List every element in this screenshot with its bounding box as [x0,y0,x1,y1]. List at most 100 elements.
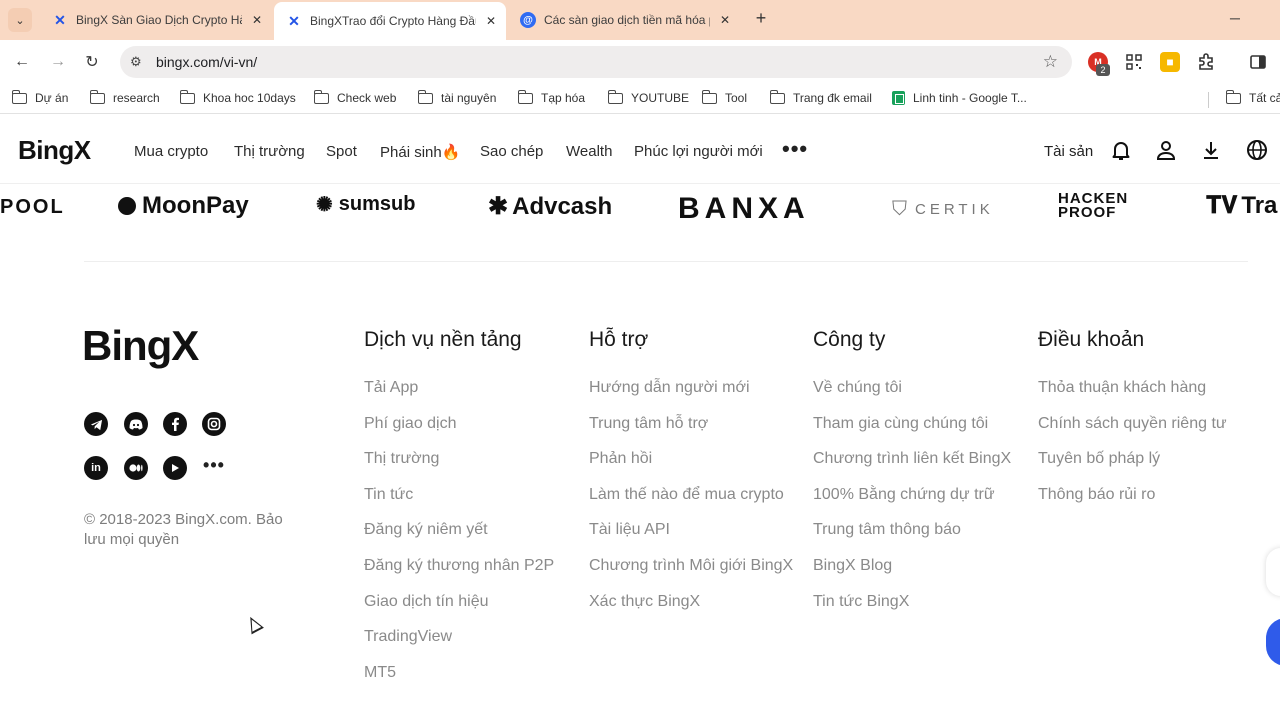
footer-link[interactable]: Tài liệu API [589,510,793,546]
qr-icon[interactable] [1124,52,1144,72]
nav-phai-sinh[interactable]: Phái sinh🔥 [380,143,460,161]
minimize-icon[interactable]: ─ [1230,10,1240,26]
globe-icon[interactable] [1245,138,1269,162]
sumsub-text: sumsub [338,193,416,215]
reload-icon[interactable]: ↻ [80,50,104,74]
tradingview-text: Tra [1241,192,1278,219]
footer-link[interactable]: Chương trình liên kết BingX [813,439,1011,475]
tab-search-button[interactable]: ⌄ [8,8,32,32]
youtube-icon[interactable] [163,456,187,480]
medium-icon[interactable] [124,456,148,480]
pool-logo: POOL [0,196,65,218]
address-bar[interactable]: ⚙ bingx.com/vi-vn/ ☆ [120,46,1072,78]
nav-mua-crypto[interactable]: Mua crypto [134,143,208,160]
nav-sao-chep[interactable]: Sao chép [480,143,543,160]
bookmark-linh-tinh[interactable]: Linh tinh - Google T... [892,91,1027,105]
footer-link[interactable]: Thị trường [364,439,554,475]
banxa-logo: BANXA [678,192,810,225]
bingx-logo[interactable]: BingX [18,135,91,166]
instagram-icon[interactable] [202,412,226,436]
footer-link[interactable]: TradingView [364,617,554,653]
forward-icon[interactable]: → [46,50,70,74]
download-icon[interactable] [1199,138,1223,162]
close-icon[interactable]: ✕ [252,13,262,27]
user-icon[interactable] [1154,138,1178,162]
telegram-icon[interactable] [84,412,108,436]
bookmark-check-web[interactable]: Check web [313,89,396,105]
bookmark-tap-hoa[interactable]: Tạp hóa [517,89,585,105]
footer-bingx-logo[interactable]: BingX [82,322,199,370]
moonpay-text: MoonPay [142,192,249,219]
browser-toolbar: ← → ↻ ⚙ bingx.com/vi-vn/ ☆ M 2 ■ [0,40,1280,84]
assets-link[interactable]: Tài sản [1044,143,1093,160]
footer-link[interactable]: Chính sách quyền riêng tư [1038,404,1227,440]
footer-link[interactable]: Tin tức BingX [813,582,1011,618]
footer-link[interactable]: Phản hồi [589,439,793,475]
footer-link[interactable]: Tham gia cùng chúng tôi [813,404,1011,440]
footer-divider [84,261,1248,262]
footer-link[interactable]: Xác thực BingX [589,582,793,618]
star-icon[interactable]: ☆ [1043,52,1058,72]
folder-icon [11,89,27,104]
footer-link[interactable]: Tin tức [364,475,554,511]
folder-icon [517,89,533,104]
bookmark-tool[interactable]: Tool [701,89,747,105]
footer-link[interactable]: Thông báo rủi ro [1038,475,1227,511]
nav-wealth[interactable]: Wealth [566,143,612,160]
footer-link[interactable]: Trung tâm thông báo [813,510,1011,546]
bookmark-du-an[interactable]: Dự án [11,89,68,105]
footer-link[interactable]: 100% Bằng chứng dự trữ [813,475,1011,511]
discord-icon[interactable] [124,412,148,436]
linkedin-icon[interactable]: in [84,456,108,480]
folder-icon [701,89,717,104]
back-icon[interactable]: ← [10,50,34,74]
more-social-button[interactable]: ••• [202,453,226,477]
floating-widget[interactable] [1266,548,1280,596]
nav-spot[interactable]: Spot [326,143,357,160]
footer-column-terms: Điều khoản Thỏa thuận khách hàng Chính s… [1038,328,1227,510]
footer-link[interactable]: Hướng dẫn người mới [589,368,793,404]
side-panel-icon[interactable] [1248,52,1268,72]
browser-tab-2[interactable]: ✕ BingXTrao đổi Crypto Hàng Đầu ✕ [274,2,506,40]
bookmark-khoa-hoc[interactable]: Khoa hoc 10days [179,89,296,105]
close-icon[interactable]: ✕ [720,13,730,27]
new-tab-button[interactable]: + [750,8,772,30]
footer-link[interactable]: Tải App [364,368,554,404]
facebook-icon[interactable] [163,412,187,436]
footer-link[interactable]: Thỏa thuận khách hàng [1038,368,1227,404]
url-text[interactable]: bingx.com/vi-vn/ [156,54,257,70]
bookmark-research[interactable]: research [89,89,160,105]
footer-link[interactable]: Đăng ký thương nhân P2P [364,546,554,582]
footer-link[interactable]: Tuyên bố pháp lý [1038,439,1227,475]
bell-icon[interactable] [1109,138,1133,162]
close-icon[interactable]: ✕ [486,14,496,28]
footer-link[interactable]: Giao dịch tín hiệu [364,582,554,618]
footer-link[interactable]: Đăng ký niêm yết [364,510,554,546]
sumsub-mark-icon: ✺ [316,194,333,216]
bookmark-youtube[interactable]: YOUTUBE [607,89,689,105]
nav-thi-truong[interactable]: Thị trường [234,143,305,160]
more-menu-button[interactable]: ••• [782,136,808,162]
footer-link[interactable]: Làm thế nào để mua crypto [589,475,793,511]
footer-column-support: Hỗ trợ Hướng dẫn người mới Trung tâm hỗ … [589,328,793,617]
bookmark-tat-ca[interactable]: Tất cả [1225,89,1280,105]
nav-phuc-loi[interactable]: Phúc lợi người mới [634,143,763,160]
footer-link[interactable]: MT5 [364,653,554,689]
certik-shield-icon: ⛉ [892,198,911,220]
column-title: Hỗ trợ [589,328,649,351]
footer-column-platform-services: Dịch vụ nền tảng Tải App Phí giao dịch T… [364,328,554,688]
footer-link[interactable]: Trung tâm hỗ trợ [589,404,793,440]
puzzle-icon[interactable] [1196,52,1216,72]
footer-link[interactable]: BingX Blog [813,546,1011,582]
footer-link[interactable]: Phí giao dịch [364,404,554,440]
footer-link[interactable]: Chương trình Môi giới BingX [589,546,793,582]
extension-yellow-icon[interactable]: ■ [1160,52,1180,72]
browser-tab-1[interactable]: ✕ BingX Sàn Giao Dịch Crypto Hà ✕ [40,0,272,40]
site-info-icon[interactable]: ⚙ [130,54,142,70]
folder-icon [769,89,785,104]
browser-tab-3[interactable]: @ Các sàn giao dịch tiền mã hóa p ✕ [508,0,740,40]
support-chat-button[interactable] [1266,618,1280,666]
footer-link[interactable]: Về chúng tôi [813,368,1011,404]
bookmark-trang-dk-email[interactable]: Trang đk email [769,89,872,105]
bookmark-tai-nguyen[interactable]: tài nguyên [417,89,496,105]
